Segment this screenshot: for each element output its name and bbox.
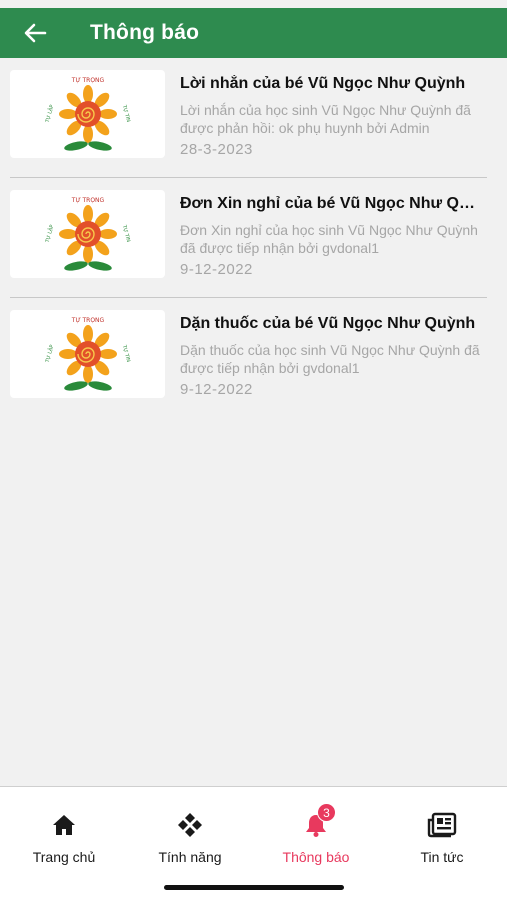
sunflower-logo-icon: TỰ TRỌNG TỰ LẬP TỰ TIN bbox=[43, 197, 131, 271]
svg-text:TỰ TRỌNG: TỰ TRỌNG bbox=[70, 77, 104, 84]
notification-title: Dặn thuốc của bé Vũ Ngọc Như Quỳnh bbox=[180, 315, 476, 332]
home-icon bbox=[53, 815, 75, 835]
notification-title: Lời nhắn của bé Vũ Ngọc Như Quỳnh bbox=[180, 75, 466, 92]
school-logo-thumbnail: TỰ TRỌNG TỰ LẬP TỰ TIN bbox=[10, 190, 165, 278]
notification-date: 9-12-2022 bbox=[180, 381, 253, 398]
svg-text:TỰ LẬP: TỰ LẬP bbox=[43, 224, 55, 244]
notification-badge: 3 bbox=[317, 803, 336, 822]
svg-text:TỰ TIN: TỰ TIN bbox=[120, 104, 131, 123]
tab-home[interactable]: Trang chủ bbox=[1, 811, 127, 871]
arrow-left-icon bbox=[24, 23, 47, 43]
sunflower-logo-icon: TỰ TRỌNG TỰ LẬP TỰ TIN bbox=[43, 77, 131, 151]
notification-list: TỰ TRỌNG TỰ LẬP TỰ TIN Lời nhắn của bé V… bbox=[0, 58, 507, 418]
svg-text:TỰ TIN: TỰ TIN bbox=[120, 344, 131, 363]
tab-label: Tin tức bbox=[420, 849, 464, 865]
features-icon bbox=[178, 813, 202, 837]
school-logo-thumbnail: TỰ TRỌNG TỰ LẬP TỰ TIN bbox=[10, 70, 165, 158]
page-title: Thông báo bbox=[90, 21, 200, 44]
notification-item[interactable]: TỰ TRỌNG TỰ LẬP TỰ TIN bbox=[0, 178, 507, 298]
tab-notifications[interactable]: 3 Thông báo bbox=[253, 803, 379, 871]
tab-features[interactable]: Tính năng bbox=[127, 811, 253, 871]
notification-description: Đơn Xin nghỉ của học sinh Vũ Ngọc Như Qu… bbox=[180, 222, 478, 256]
back-button[interactable] bbox=[10, 8, 60, 58]
notification-description: Lời nhắn của học sinh Vũ Ngọc Như Quỳnh … bbox=[180, 102, 471, 136]
notification-description: Dặn thuốc của học sinh Vũ Ngọc Như Quỳnh… bbox=[180, 342, 480, 376]
svg-text:TỰ LẬP: TỰ LẬP bbox=[43, 104, 55, 124]
tab-label: Thông báo bbox=[282, 849, 350, 865]
svg-text:TỰ LẬP: TỰ LẬP bbox=[43, 344, 55, 364]
notification-item[interactable]: TỰ TRỌNG TỰ LẬP TỰ TIN bbox=[0, 298, 507, 418]
bottom-tab-bar: Trang chủ Tính năng 3 Thông báo Tin tức bbox=[0, 786, 507, 900]
svg-text:TỰ TIN: TỰ TIN bbox=[120, 224, 131, 243]
notification-date: 9-12-2022 bbox=[180, 261, 253, 278]
tab-label: Tính năng bbox=[158, 849, 222, 865]
tab-label: Trang chủ bbox=[32, 849, 96, 865]
svg-text:TỰ TRỌNG: TỰ TRỌNG bbox=[70, 317, 104, 324]
home-indicator bbox=[164, 885, 344, 890]
notification-date: 28-3-2023 bbox=[180, 141, 253, 158]
svg-text:TỰ TRỌNG: TỰ TRỌNG bbox=[70, 197, 104, 204]
sunflower-logo-icon: TỰ TRỌNG TỰ LẬP TỰ TIN bbox=[43, 317, 131, 391]
tab-news[interactable]: Tin tức bbox=[379, 811, 505, 871]
notification-item[interactable]: TỰ TRỌNG TỰ LẬP TỰ TIN bbox=[0, 58, 507, 178]
notification-title: Đơn Xin nghỉ của bé Vũ Ngọc Như Quỳnh bbox=[180, 195, 482, 212]
app-header: Thông báo bbox=[0, 8, 507, 58]
news-icon bbox=[427, 812, 457, 838]
school-logo-thumbnail: TỰ TRỌNG TỰ LẬP TỰ TIN bbox=[10, 310, 165, 398]
